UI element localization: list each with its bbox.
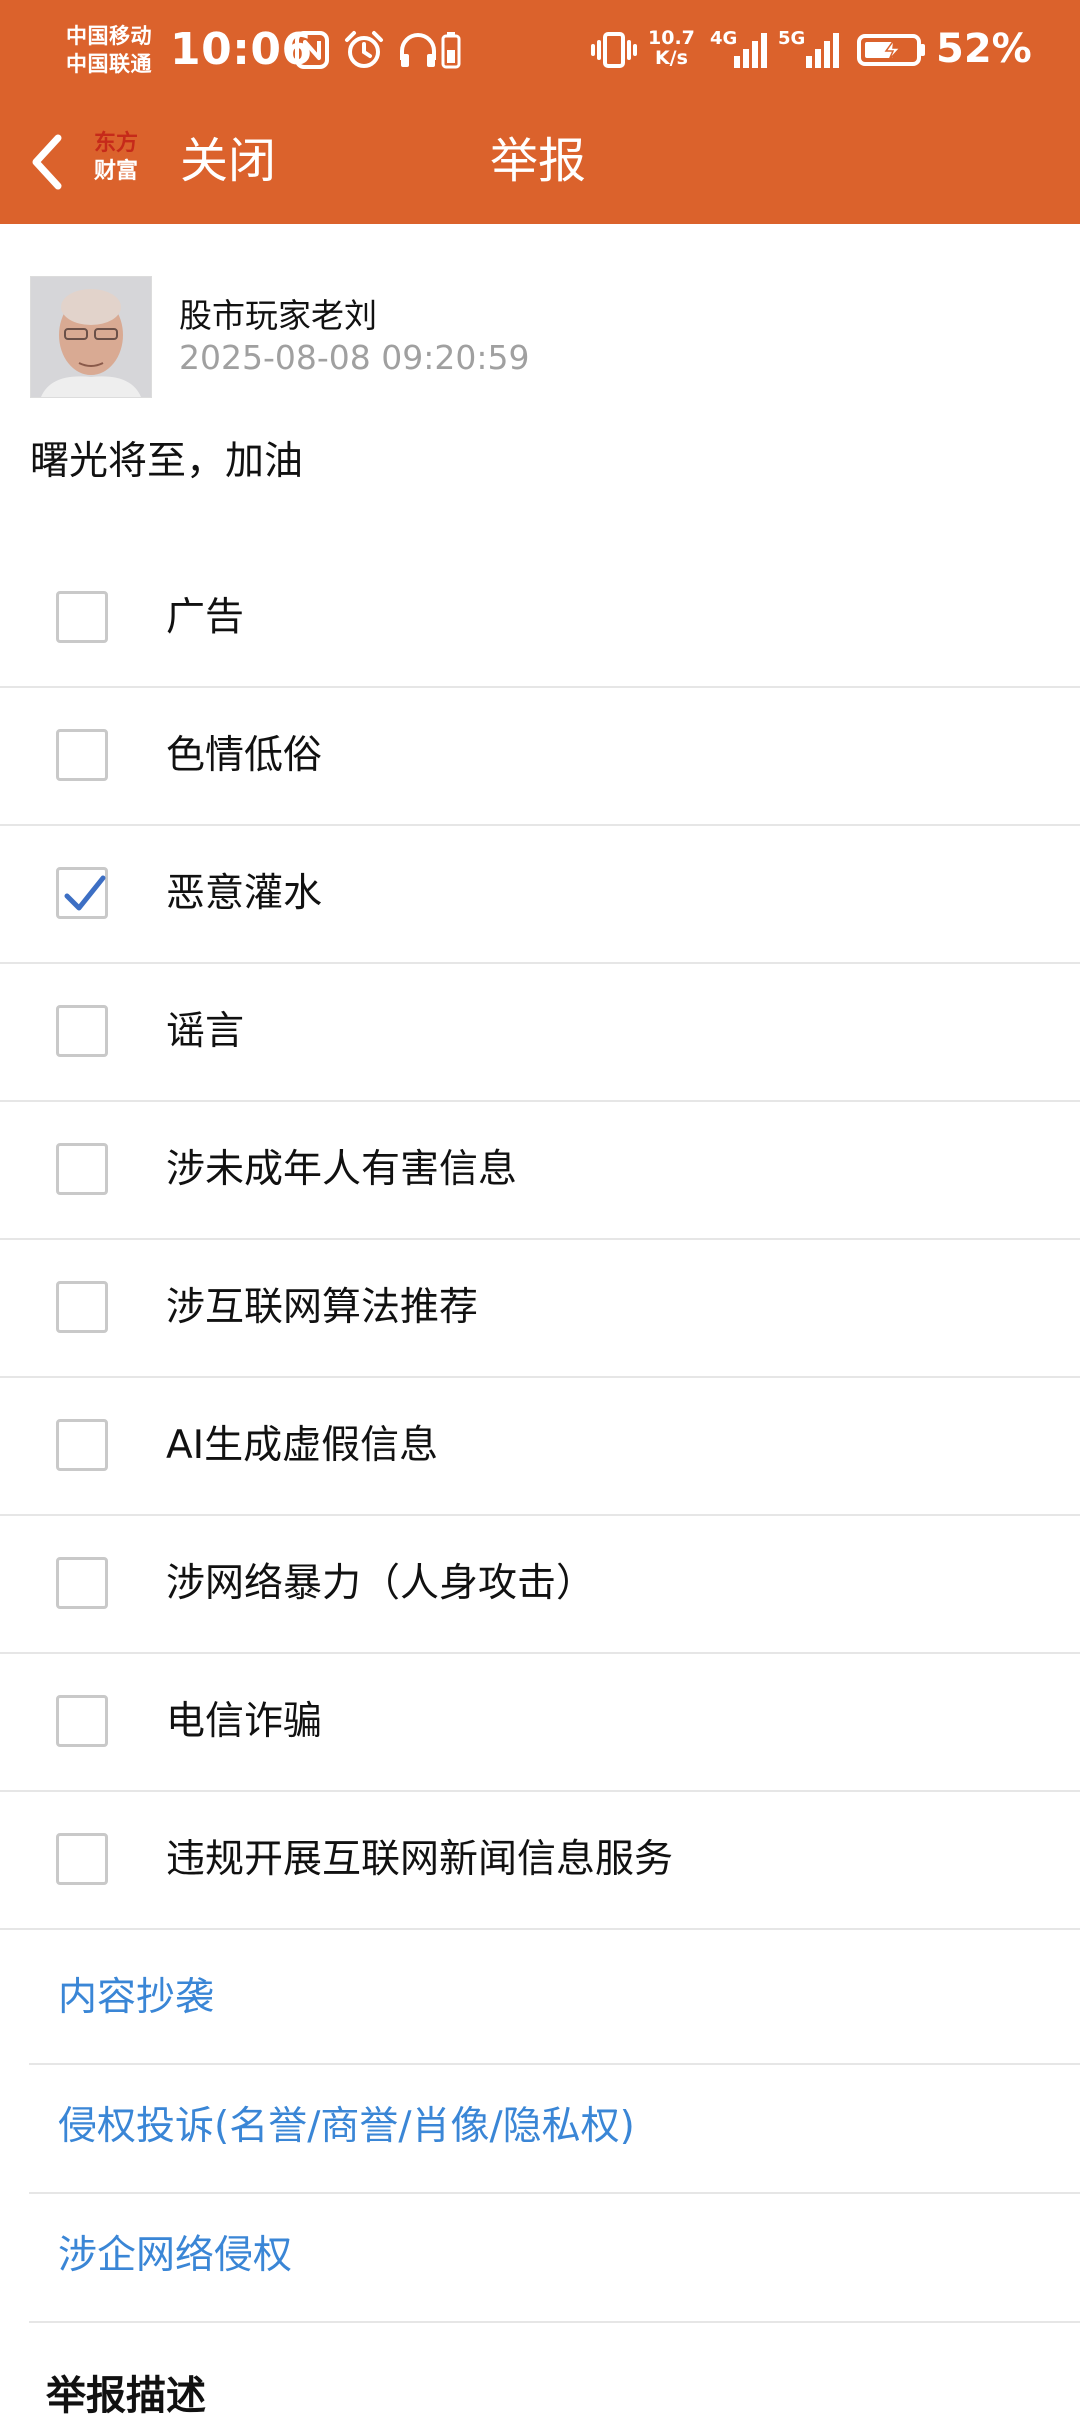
carrier-names: 中国移动 中国联通 (66, 22, 152, 78)
vibrate-icon (590, 28, 638, 72)
report-links-list: 内容抄袭侵权投诉(名誉/商誉/肖像/隐私权) 涉企网络侵权 (0, 1936, 1080, 2323)
report-option-label: 违规开展互联网新闻信息服务 (166, 1837, 674, 1882)
report-link-row[interactable]: 侵权投诉(名誉/商誉/肖像/隐私权) (29, 2065, 1080, 2194)
checkmark-icon (64, 875, 106, 911)
carrier-2: 中国联通 (66, 52, 152, 76)
network-speed-value: 10.7 (648, 27, 695, 49)
report-link-row[interactable]: 内容抄袭 (29, 1936, 1080, 2065)
top-bar: 中国移动 中国联通 10:06 10.7 K/s 4G 5G 52% 东方 财富… (0, 0, 1080, 224)
network-speed: 10.7 K/s (648, 28, 695, 68)
report-option[interactable]: 恶意灌水 (0, 826, 1080, 964)
checkbox[interactable] (56, 1695, 108, 1747)
report-option-label: 谣言 (166, 1009, 245, 1054)
close-button[interactable]: 关闭 (180, 130, 276, 192)
checkbox[interactable] (56, 591, 108, 643)
report-option-label: 涉互联网算法推荐 (166, 1285, 479, 1330)
report-option[interactable]: 广告 (0, 550, 1080, 688)
report-link-row[interactable]: 涉企网络侵权 (29, 2194, 1080, 2323)
report-option[interactable]: 涉互联网算法推荐 (0, 1240, 1080, 1378)
avatar (30, 276, 152, 398)
battery-percentage: 52% (936, 26, 1032, 72)
description-heading: 举报描述 (46, 2373, 206, 2419)
logo-line-2: 财富 (93, 159, 138, 184)
report-option-label: 电信诈骗 (166, 1699, 323, 1744)
report-link[interactable]: 涉企网络侵权 (58, 2228, 292, 2284)
report-link[interactable]: 侵权投诉(名誉/商誉/肖像/隐私权) (58, 2099, 635, 2155)
app-logo[interactable]: 东方 财富 (86, 124, 146, 198)
report-option[interactable]: 涉未成年人有害信息 (0, 1102, 1080, 1240)
nav-bar: 东方 财富 关闭 举报 (0, 102, 1080, 224)
logo-line-1: 东方 (93, 131, 138, 156)
checkbox[interactable] (56, 1005, 108, 1057)
post-author: 股市玩家老刘 2025-08-08 09:20:59 (30, 276, 1050, 400)
post-content: 曙光将至，加油 (30, 439, 304, 484)
alarm-icon (342, 28, 386, 72)
network-speed-unit: K/s (654, 47, 688, 69)
report-option[interactable]: AI生成虚假信息 (0, 1378, 1080, 1516)
accessory-battery-icon (436, 28, 466, 72)
nfc-icon (292, 28, 332, 72)
checkbox[interactable] (56, 1419, 108, 1471)
checkbox-checked[interactable] (56, 867, 108, 919)
avatar-image (31, 277, 151, 397)
status-bar: 中国移动 中国联通 10:06 10.7 K/s 4G 5G 52% (0, 0, 1080, 102)
checkbox[interactable] (56, 729, 108, 781)
report-option-label: 色情低俗 (166, 733, 323, 778)
report-option-label: 涉未成年人有害信息 (166, 1147, 518, 1192)
report-link[interactable]: 内容抄袭 (58, 1970, 214, 2026)
report-option[interactable]: 谣言 (0, 964, 1080, 1102)
report-option[interactable]: 色情低俗 (0, 688, 1080, 826)
headphones-icon (396, 28, 440, 72)
carrier-1: 中国移动 (66, 24, 152, 48)
report-option-label: 恶意灌水 (166, 871, 323, 916)
post-timestamp: 2025-08-08 09:20:59 (179, 338, 530, 377)
checkbox[interactable] (56, 1833, 108, 1885)
report-option[interactable]: 电信诈骗 (0, 1654, 1080, 1792)
report-options-list: 广告色情低俗恶意灌水谣言涉未成年人有害信息 涉互联网算法推荐 AI生成虚假信息涉网络… (0, 550, 1080, 1930)
author-name: 股市玩家老刘 (179, 296, 377, 335)
back-button[interactable] (18, 126, 78, 198)
battery-icon (856, 28, 928, 72)
signal-2-icon (792, 28, 842, 72)
report-option-label: 广告 (166, 595, 245, 640)
checkbox[interactable] (56, 1281, 108, 1333)
checkbox[interactable] (56, 1557, 108, 1609)
report-option[interactable]: 违规开展互联网新闻信息服务 (0, 1792, 1080, 1930)
page-title: 举报 (490, 133, 587, 189)
chevron-left-icon (32, 134, 62, 190)
signal-1-icon (724, 28, 770, 72)
report-option-label: AI生成虚假信息 (166, 1423, 439, 1468)
report-option-label: 涉网络暴力（人身攻击） (166, 1561, 596, 1606)
checkbox[interactable] (56, 1143, 108, 1195)
report-option[interactable]: 涉网络暴力（人身攻击） (0, 1516, 1080, 1654)
